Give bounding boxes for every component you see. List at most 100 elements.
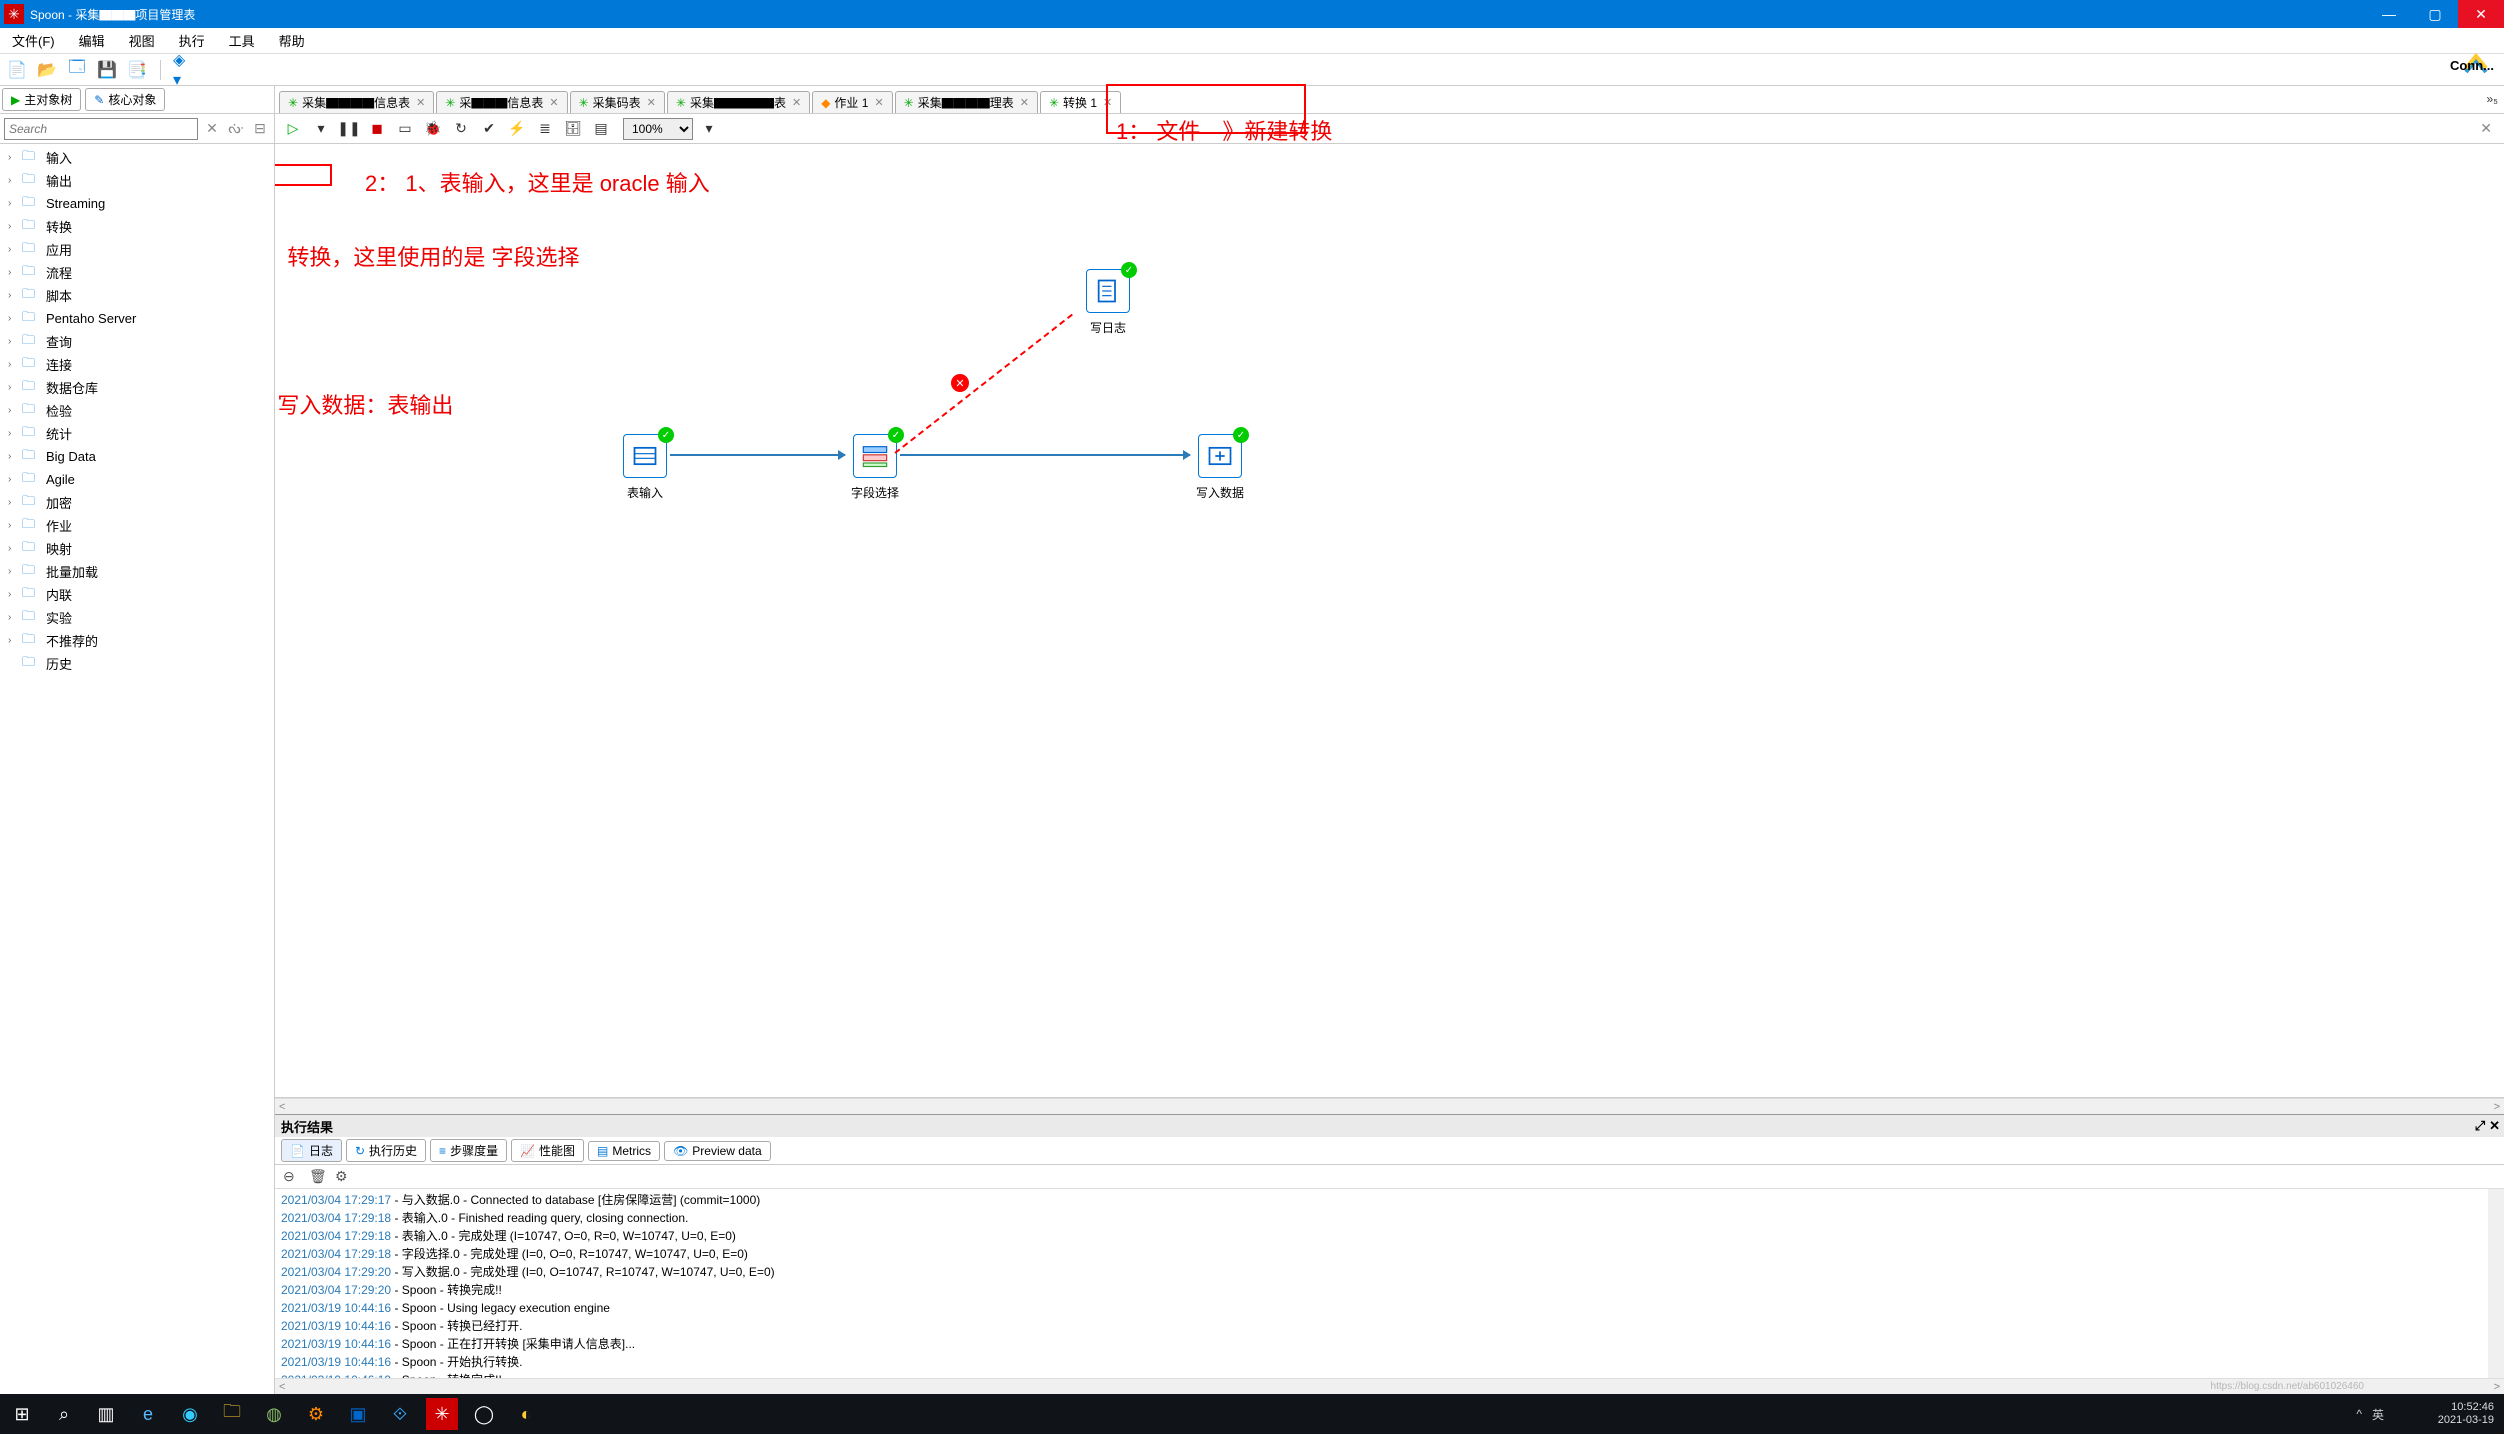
doc-tab[interactable]: ✳ 采集▇▇▇▇▇表 ✕ [667,91,810,113]
tabs-overflow-icon[interactable]: »₅ [2486,92,2498,106]
open-icon[interactable]: 📂 [36,59,58,81]
tree-item-输入[interactable]: › 🗀 输入 [0,146,274,169]
tree-item-内联[interactable]: › 🗀 内联 [0,583,274,606]
tray-chevron-icon[interactable]: ^ [2356,1407,2362,1421]
result-tab-Preview data[interactable]: 👁 Preview data [664,1141,771,1161]
stop-icon[interactable]: ◼ [365,118,389,140]
show-results-icon[interactable]: ▤ [589,118,613,140]
hop-select-output[interactable] [900,454,1190,456]
clear-search-icon[interactable]: ✕ [202,120,222,137]
doc-tab[interactable]: ✳ 采集码表 ✕ [570,91,665,113]
search-button[interactable]: ⌕ [48,1398,80,1430]
preview-icon[interactable]: ▭ [393,118,417,140]
zoom-select[interactable]: 100% [623,118,693,140]
menu-help[interactable]: 帮助 [267,31,317,50]
tree-item-历史[interactable]: 🗀 历史 [0,652,274,675]
vscode-icon[interactable]: ⟐ [384,1398,416,1430]
canvas-close-icon[interactable]: ✕ [2480,120,2498,137]
tree-item-Pentaho Server[interactable]: › 🗀 Pentaho Server [0,307,274,330]
ie-icon[interactable]: e [132,1398,164,1430]
tree-item-统计[interactable]: › 🗀 统计 [0,422,274,445]
settings-icon[interactable]: ⚙ [300,1398,332,1430]
edge-icon[interactable]: ◉ [174,1398,206,1430]
hop-select-log-error[interactable] [894,314,1073,454]
result-tab-执行历史[interactable]: ↻ 执行历史 [346,1139,426,1162]
explorer-icon[interactable]: 🗀 [216,1398,248,1430]
run-dropdown-icon[interactable]: ▾ [309,118,333,140]
run-icon[interactable]: ▷ [281,118,305,140]
tree-item-应用[interactable]: › 🗀 应用 [0,238,274,261]
result-tab-日志[interactable]: 📄 日志 [281,1139,342,1162]
tab-close-icon[interactable]: ✕ [549,96,558,109]
explore-db-icon[interactable]: 🗄 [561,118,585,140]
tree-item-检验[interactable]: › 🗀 检验 [0,399,274,422]
log-output[interactable]: 2021/03/04 17:29:17 - 与入数据.0 - Connected… [275,1189,2504,1378]
misc-icon[interactable]: ◐ [510,1398,542,1430]
save-icon[interactable]: 💾 [96,59,118,81]
step-table-input[interactable]: ✓ 表输入 [620,434,670,501]
results-maximize-icon[interactable]: ⤢ [2475,1118,2485,1134]
log-settings-icon[interactable]: ⚙ [335,1168,353,1185]
new-file-icon[interactable]: 📄 [6,59,28,81]
category-tree[interactable]: › 🗀 输入› 🗀 输出› 🗀 Streaming› 🗀 转换› 🗀 应用› 🗀… [0,144,274,1394]
tree-item-查询[interactable]: › 🗀 查询 [0,330,274,353]
hop-input-select[interactable] [670,454,845,456]
tree-item-流程[interactable]: › 🗀 流程 [0,261,274,284]
transformation-canvas[interactable]: 2： 1、表输入，这里是 oracle 输入 3： 转换，这里使用的是 字段选择… [275,144,2504,1098]
tab-close-icon[interactable]: ✕ [1020,96,1029,109]
result-tab-Metrics[interactable]: ▤ Metrics [588,1141,660,1161]
wechat-icon[interactable]: ◍ [258,1398,290,1430]
log-delete-icon[interactable]: 🗑 [309,1168,327,1185]
tab-close-icon[interactable]: ✕ [874,96,883,109]
verify-icon[interactable]: ✔ [477,118,501,140]
tab-close-icon[interactable]: ✕ [792,96,801,109]
search-input[interactable] [4,118,198,140]
tab-close-icon[interactable]: ✕ [1103,96,1112,109]
minimize-button[interactable]: — [2366,0,2412,28]
taskview-button[interactable]: ▥ [90,1398,122,1430]
doc-tab[interactable]: ✳ 采集▇▇▇▇信息表 ✕ [279,91,434,113]
tray-ime-icon[interactable]: 英 [2372,1406,2384,1423]
impact-icon[interactable]: ⚡ [505,118,529,140]
menu-edit[interactable]: 编辑 [67,31,117,50]
result-tab-性能图[interactable]: 📈 性能图 [511,1139,584,1162]
powershell-icon[interactable]: ▣ [342,1398,374,1430]
debug-icon[interactable]: 🐞 [421,118,445,140]
tree-item-Agile[interactable]: › 🗀 Agile [0,468,274,491]
tree-item-输出[interactable]: › 🗀 输出 [0,169,274,192]
menu-tools[interactable]: 工具 [217,31,267,50]
save-as-icon[interactable]: 📑 [126,59,148,81]
tree-item-数据仓库[interactable]: › 🗀 数据仓库 [0,376,274,399]
result-tab-步骤度量[interactable]: ≡ 步骤度量 [430,1139,507,1162]
menu-file[interactable]: 文件(F) [0,31,67,50]
explore-icon[interactable]: 🗔 [66,59,88,81]
tree-item-作业[interactable]: › 🗀 作业 [0,514,274,537]
doc-tab[interactable]: ✳ 转换 1 ✕ [1040,91,1121,113]
tree-item-脚本[interactable]: › 🗀 脚本 [0,284,274,307]
log-clear-icon[interactable]: ⊖ [283,1168,301,1185]
step-select-values[interactable]: ✓ 字段选择 [850,434,900,501]
tab-close-icon[interactable]: ✕ [647,96,656,109]
chrome-icon[interactable]: ◯ [468,1398,500,1430]
tree-item-实验[interactable]: › 🗀 实验 [0,606,274,629]
menu-view[interactable]: 视图 [117,31,167,50]
expand-all-icon[interactable]: ᔠ [226,120,246,137]
tree-item-加密[interactable]: › 🗀 加密 [0,491,274,514]
system-tray[interactable]: ^ 英 [2356,1406,2384,1423]
spoon-taskbar-icon[interactable]: ✳ [426,1398,458,1430]
collapse-all-icon[interactable]: ⊟ [250,120,270,137]
tree-item-批量加载[interactable]: › 🗀 批量加载 [0,560,274,583]
results-close-icon[interactable]: ✕ [2489,1118,2500,1134]
tree-item-Streaming[interactable]: › 🗀 Streaming [0,192,274,215]
tree-item-转换[interactable]: › 🗀 转换 [0,215,274,238]
maximize-button[interactable]: ▢ [2412,0,2458,28]
canvas-scrollbar[interactable]: <> [275,1098,2504,1114]
tab-main-tree[interactable]: ▶主对象树 [2,88,81,111]
tree-item-Big Data[interactable]: › 🗀 Big Data [0,445,274,468]
doc-tab[interactable]: ✳ 采集▇▇▇▇理表 ✕ [895,91,1038,113]
log-h-scrollbar[interactable]: <> [275,1378,2504,1394]
pause-icon[interactable]: ❚❚ [337,118,361,140]
tree-item-连接[interactable]: › 🗀 连接 [0,353,274,376]
doc-tab[interactable]: ✳ 采▇▇▇信息表 ✕ [436,91,567,113]
tab-core-objects[interactable]: ✎核心对象 [85,88,165,111]
